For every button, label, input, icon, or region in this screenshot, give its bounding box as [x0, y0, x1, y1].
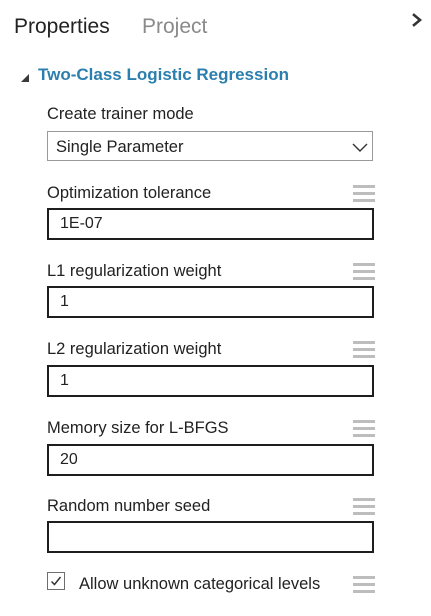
allow-unknown-label: Allow unknown categorical levels [79, 575, 321, 593]
trainer-mode-dropdown[interactable]: Single Parameter [47, 131, 373, 161]
allow-unknown-checkbox[interactable] [47, 572, 65, 590]
checkmark-icon [50, 576, 62, 586]
optimization-tolerance-label: Optimization tolerance [47, 184, 212, 202]
chevron-right-icon[interactable] [410, 10, 426, 30]
optimization-tolerance-input[interactable] [47, 208, 374, 240]
tab-project[interactable]: Project [142, 14, 207, 40]
drag-handle-icon[interactable] [353, 420, 375, 438]
trainer-mode-label: Create trainer mode [47, 105, 194, 123]
random-seed-input[interactable] [47, 521, 374, 553]
section-title[interactable]: Two-Class Logistic Regression [38, 64, 289, 86]
drag-handle-icon[interactable] [353, 263, 375, 281]
l2-regularization-label: L2 regularization weight [47, 340, 222, 358]
random-seed-label: Random number seed [47, 497, 211, 515]
trainer-mode-value: Single Parameter [56, 138, 184, 156]
drag-handle-icon[interactable] [353, 341, 375, 359]
memory-size-input[interactable] [47, 444, 374, 476]
tab-properties[interactable]: Properties [14, 14, 110, 40]
l2-regularization-input[interactable] [47, 365, 374, 397]
drag-handle-icon[interactable] [353, 185, 375, 203]
l1-regularization-label: L1 regularization weight [47, 262, 222, 280]
l1-regularization-input[interactable] [47, 286, 374, 318]
drag-handle-icon[interactable] [353, 498, 375, 516]
memory-size-label: Memory size for L-BFGS [47, 419, 229, 437]
caret-down-icon[interactable] [20, 70, 30, 82]
chevron-down-icon [352, 140, 368, 152]
drag-handle-icon[interactable] [353, 576, 375, 594]
